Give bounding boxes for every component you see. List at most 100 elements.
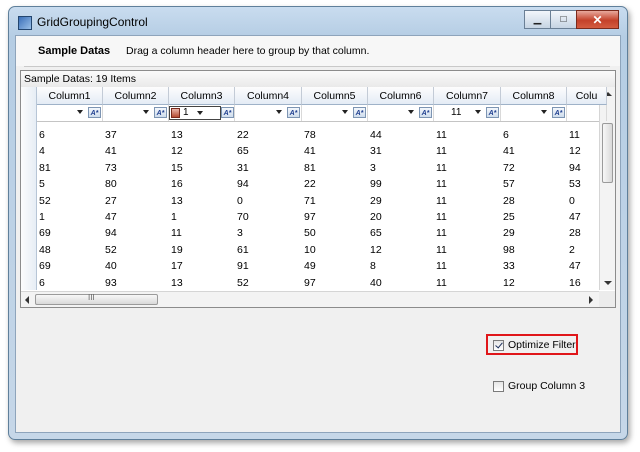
grid-cell[interactable]: 11 xyxy=(434,276,501,291)
column-header[interactable]: Column8 xyxy=(501,87,567,105)
grid-cell[interactable]: 11 xyxy=(434,259,501,274)
filter-options-icon[interactable]: A* xyxy=(419,107,432,118)
active-filter-combo[interactable]: 1 xyxy=(169,106,221,120)
grid-cell[interactable]: 71 xyxy=(302,194,368,209)
grid-cell[interactable]: 69 xyxy=(37,226,103,241)
grid-cell[interactable]: 11 xyxy=(434,161,501,176)
grid-cell[interactable]: 28 xyxy=(501,194,567,209)
grid-cell[interactable]: 81 xyxy=(302,161,368,176)
dropdown-arrow-icon[interactable] xyxy=(143,110,149,114)
filter-cell[interactable]: A* xyxy=(368,105,434,121)
horizontal-scroll-thumb[interactable]: III xyxy=(35,293,158,305)
filter-cell[interactable]: A* xyxy=(235,105,302,121)
grid-cell[interactable]: 97 xyxy=(302,276,368,291)
dropdown-arrow-icon[interactable] xyxy=(276,110,282,114)
column-header[interactable]: Column6 xyxy=(368,87,434,105)
grid-cell[interactable]: 1 xyxy=(169,210,235,225)
grid-cell[interactable]: 65 xyxy=(368,226,434,241)
grid-cell[interactable]: 70 xyxy=(235,210,302,225)
grid-cell[interactable]: 50 xyxy=(302,226,368,241)
grid-cell[interactable]: 25 xyxy=(501,210,567,225)
grid-cell[interactable]: 11 xyxy=(169,226,235,241)
grid-cell[interactable]: 5 xyxy=(37,177,103,192)
column-header[interactable]: Column3 xyxy=(169,87,235,105)
column-header[interactable]: Column4 xyxy=(235,87,302,105)
grid-cell[interactable]: 44 xyxy=(368,128,434,143)
grid-cell[interactable]: 28 xyxy=(567,226,607,241)
filter-cell[interactable]: A* xyxy=(302,105,368,121)
grid-cell[interactable]: 20 xyxy=(368,210,434,225)
horizontal-scrollbar[interactable]: III xyxy=(21,291,599,307)
grid-cell[interactable]: 94 xyxy=(103,226,169,241)
grid-cell[interactable]: 12 xyxy=(567,144,607,159)
grid-cell[interactable]: 12 xyxy=(169,144,235,159)
optimize-filter-checkbox[interactable] xyxy=(493,339,504,351)
grid-cell[interactable]: 41 xyxy=(103,144,169,159)
grid-cell[interactable]: 97 xyxy=(302,210,368,225)
filter-options-icon[interactable]: A* xyxy=(552,107,565,118)
close-button[interactable]: ✕ xyxy=(576,10,619,29)
grid-cell[interactable]: 94 xyxy=(567,161,607,176)
grid-cell[interactable]: 4 xyxy=(37,144,103,159)
grid-cell[interactable]: 29 xyxy=(368,194,434,209)
grid-cell[interactable]: 11 xyxy=(434,226,501,241)
filter-cell[interactable]: 1 A* xyxy=(169,105,235,121)
filter-options-icon[interactable]: A* xyxy=(88,107,101,118)
grid-cell[interactable]: 52 xyxy=(37,194,103,209)
grid-cell[interactable]: 94 xyxy=(235,177,302,192)
grid-cell[interactable]: 11 xyxy=(434,194,501,209)
grid-cell[interactable]: 78 xyxy=(302,128,368,143)
maximize-button[interactable]: □ xyxy=(550,10,577,29)
title-bar[interactable]: GridGroupingControl ▁ □ ✕ xyxy=(9,7,627,35)
filter-cell[interactable]: 11 A* xyxy=(434,105,501,121)
grid-cell[interactable]: 3 xyxy=(235,226,302,241)
grid-cell[interactable]: 52 xyxy=(103,243,169,258)
grid-cell[interactable]: 10 xyxy=(302,243,368,258)
column-header[interactable]: Colu xyxy=(567,87,607,105)
grid-cell[interactable]: 11 xyxy=(567,128,607,143)
grid-cell[interactable]: 91 xyxy=(235,259,302,274)
filter-options-icon[interactable]: A* xyxy=(287,107,300,118)
grid-cell[interactable]: 65 xyxy=(235,144,302,159)
grid-cell[interactable]: 11 xyxy=(434,177,501,192)
filter-cell[interactable]: A* xyxy=(37,105,103,121)
group-column-3-option[interactable]: Group Column 3 xyxy=(493,380,585,392)
grid-cell[interactable]: 99 xyxy=(368,177,434,192)
grid-cell[interactable]: 47 xyxy=(567,210,607,225)
data-grid[interactable]: Sample Datas: 19 Items III Column1 Column… xyxy=(20,70,616,308)
dropdown-arrow-icon[interactable] xyxy=(408,110,414,114)
optimize-filter-label[interactable]: Optimize Filter xyxy=(508,339,576,351)
grid-cell[interactable]: 13 xyxy=(169,128,235,143)
grid-cell[interactable]: 73 xyxy=(103,161,169,176)
grid-cell[interactable]: 52 xyxy=(235,276,302,291)
grid-cell[interactable]: 1 xyxy=(37,210,103,225)
group-drop-area[interactable]: Sample Datas Drag a column header here t… xyxy=(16,36,620,66)
grid-cell[interactable]: 47 xyxy=(103,210,169,225)
grid-cell[interactable]: 2 xyxy=(567,243,607,258)
grid-cell[interactable]: 19 xyxy=(169,243,235,258)
grid-cell[interactable]: 93 xyxy=(103,276,169,291)
grid-cell[interactable]: 41 xyxy=(302,144,368,159)
grid-cell[interactable]: 16 xyxy=(169,177,235,192)
grid-cell[interactable]: 6 xyxy=(501,128,567,143)
grid-cell[interactable]: 22 xyxy=(235,128,302,143)
grid-cell[interactable]: 37 xyxy=(103,128,169,143)
grid-cell[interactable]: 31 xyxy=(235,161,302,176)
grid-cell[interactable]: 61 xyxy=(235,243,302,258)
grid-cell[interactable]: 15 xyxy=(169,161,235,176)
grid-cell[interactable]: 11 xyxy=(434,210,501,225)
grid-cell[interactable]: 12 xyxy=(368,243,434,258)
column-header[interactable]: Column1 xyxy=(37,87,103,105)
grid-cell[interactable]: 41 xyxy=(501,144,567,159)
dropdown-arrow-icon[interactable] xyxy=(77,110,83,114)
minimize-button[interactable]: ▁ xyxy=(524,10,551,29)
grid-cell[interactable]: 40 xyxy=(103,259,169,274)
grid-cell[interactable]: 33 xyxy=(501,259,567,274)
dropdown-arrow-icon[interactable] xyxy=(197,111,203,115)
optimize-filter-option[interactable]: Optimize Filter xyxy=(493,339,576,351)
grid-cell[interactable]: 81 xyxy=(37,161,103,176)
grid-cell[interactable]: 11 xyxy=(434,128,501,143)
grid-cell[interactable]: 17 xyxy=(169,259,235,274)
grid-cell[interactable]: 48 xyxy=(37,243,103,258)
grid-cell[interactable]: 49 xyxy=(302,259,368,274)
